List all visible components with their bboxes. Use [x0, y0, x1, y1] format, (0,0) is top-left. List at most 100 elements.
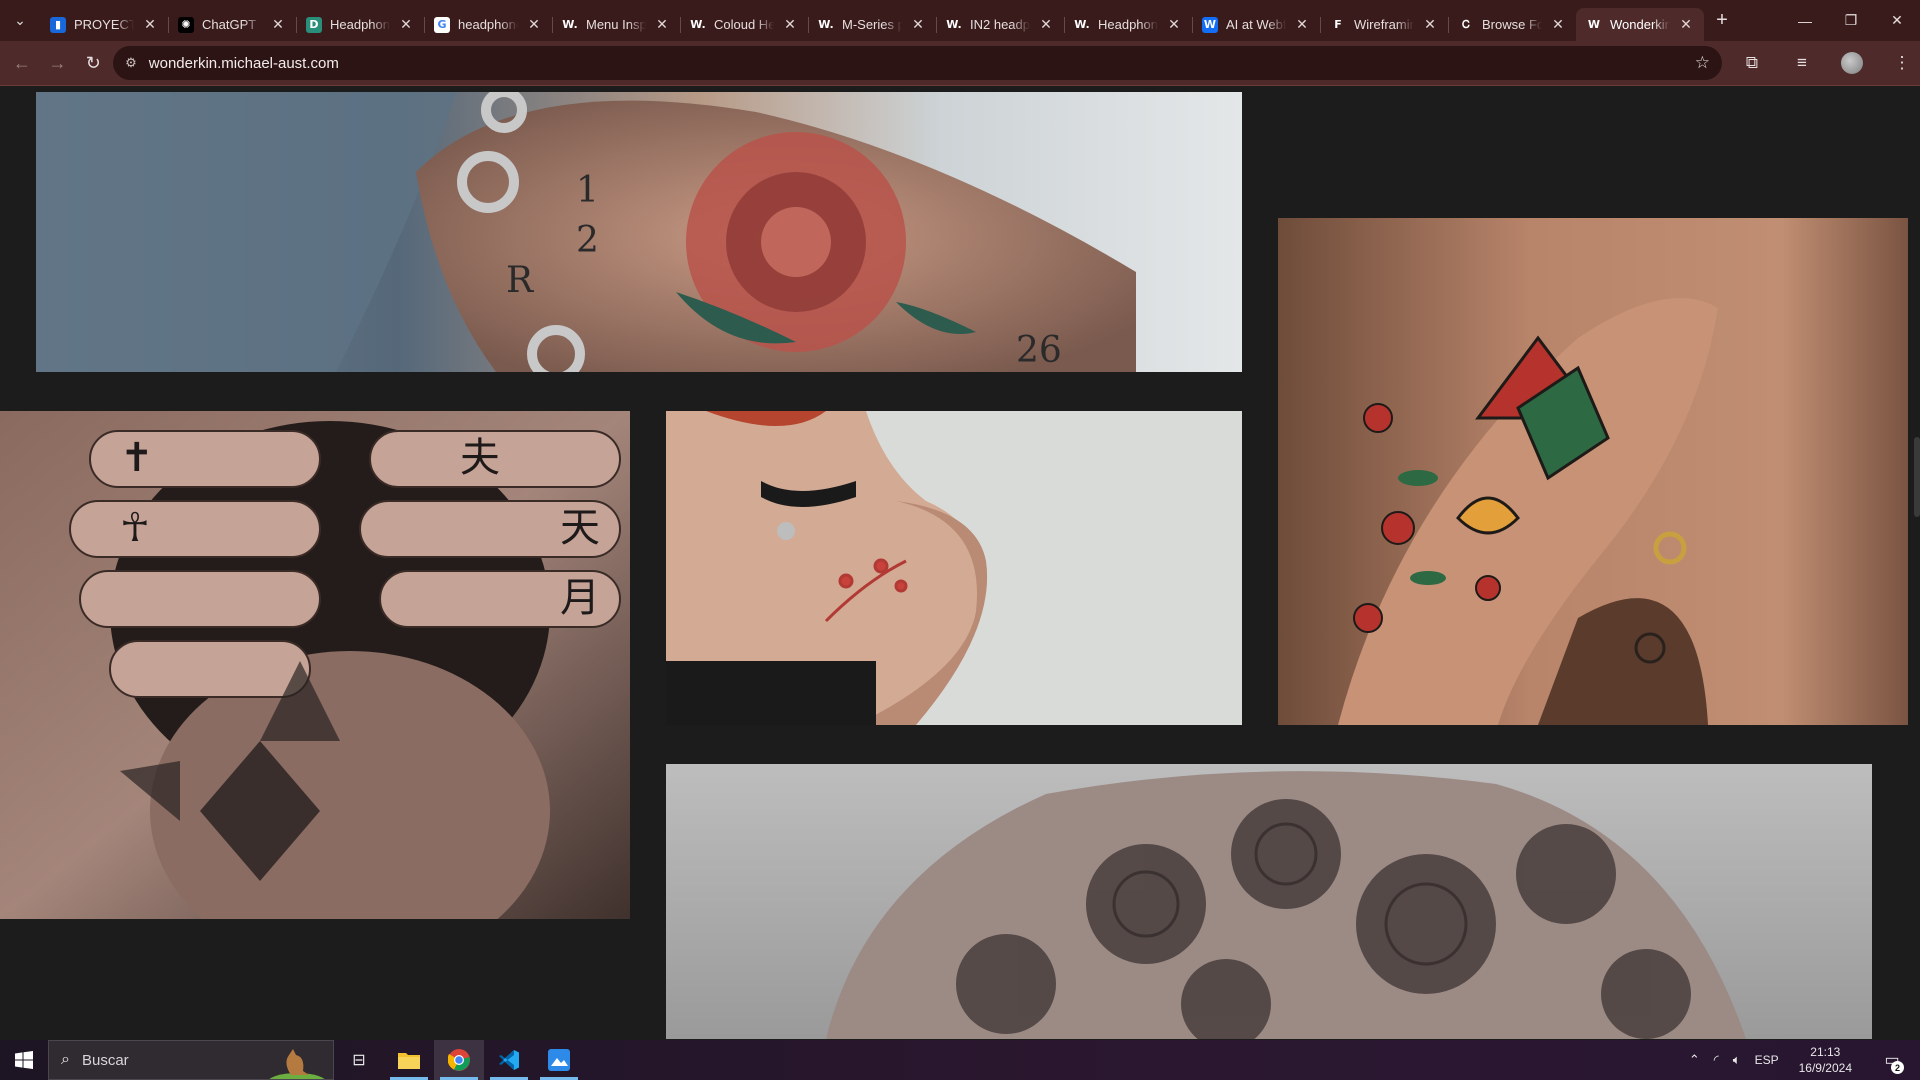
webflow-blue-icon: W	[1202, 16, 1218, 33]
folder-icon	[398, 1053, 420, 1069]
tab-strip: ⌄ ▮PROYECTO✕✺ChatGPT✕DHeadphones✕Gheadph…	[0, 0, 1920, 41]
task-view-button[interactable]: ⊟	[334, 1040, 384, 1080]
chevron-up-icon[interactable]: ⌃	[1689, 1052, 1700, 1068]
chrome-menu-button[interactable]: ⋮	[1884, 45, 1920, 81]
photo-arm-traditional-tattoo[interactable]	[1278, 218, 1908, 725]
google-icon: G	[434, 16, 450, 33]
browser-toolbar: ← → ↻ ⚙ wonderkin.michael-aust.com ☆ ⧉ ≡…	[0, 41, 1920, 85]
rose-hand-image: 1 2 R 26	[36, 92, 1242, 372]
windows-logo-icon	[15, 1051, 33, 1069]
browser-tab[interactable]: Ꮯ Browse Fonts ✕	[1448, 8, 1576, 41]
photos-app[interactable]	[534, 1040, 584, 1080]
extensions-button[interactable]: ⧉	[1734, 45, 1770, 81]
browser-tab[interactable]: D Headphones ✕	[296, 8, 424, 41]
tab-close-icon[interactable]: ✕	[1166, 16, 1182, 33]
site-info-icon[interactable]: ⚙	[125, 55, 137, 71]
tab-close-icon[interactable]: ✕	[654, 16, 670, 33]
media-queue-icon: ≡	[1797, 53, 1807, 72]
window-controls: — ❐ ✕	[1782, 0, 1920, 41]
minimize-button[interactable]: —	[1782, 0, 1828, 41]
start-button[interactable]	[0, 1040, 48, 1080]
photo-back-tattoo[interactable]	[666, 764, 1872, 1039]
back-image	[666, 764, 1872, 1039]
language-indicator[interactable]: ESP	[1755, 1053, 1779, 1067]
taskbar-search[interactable]: ⌕ Buscar	[48, 1040, 334, 1080]
tab-close-icon[interactable]: ✕	[1550, 16, 1566, 33]
wonderkin-icon: W	[1586, 16, 1602, 33]
svg-text:2: 2	[576, 220, 599, 261]
tab-title: IN2 headphones	[970, 17, 1030, 32]
browser-tab[interactable]: W. Menu Inspiration ✕	[552, 8, 680, 41]
tab-close-icon[interactable]: ✕	[782, 16, 798, 33]
kebab-menu-icon: ⋮	[1893, 53, 1911, 72]
vscode-app[interactable]	[484, 1040, 534, 1080]
browser-tab[interactable]: W Wonderkin ✕	[1576, 8, 1704, 41]
browser-tab[interactable]: W. Headphones ✕	[1064, 8, 1192, 41]
tab-close-icon[interactable]: ✕	[526, 16, 542, 33]
browser-tab[interactable]: ▮ PROYECTO ✕	[40, 8, 168, 41]
svg-text:26: 26	[1016, 330, 1062, 371]
arrow-left-icon: ←	[12, 52, 31, 73]
profile-button[interactable]	[1834, 45, 1870, 81]
tab-title: M-Series p	[842, 17, 902, 32]
tab-close-icon[interactable]: ✕	[398, 16, 414, 33]
search-highlight-kangaroo-icon	[269, 1049, 325, 1079]
browser-tab[interactable]: W. Coloud Headphones ✕	[680, 8, 808, 41]
arm-image	[1278, 218, 1908, 725]
system-tray: ⌃ ◜ 🔈︎ ESP 21:13 16/9/2024 ▭ 2	[1689, 1040, 1920, 1080]
arrow-right-icon: →	[48, 52, 67, 73]
browser-tab[interactable]: F Wireframing ✕	[1320, 8, 1448, 41]
windows-taskbar: ⌕ Buscar ⊟ ⌃ ◜ 🔈︎ ESP 21:13 16/9/2024 ▭ …	[0, 1040, 1920, 1080]
address-bar[interactable]: ⚙ wonderkin.michael-aust.com ☆	[113, 46, 1722, 80]
tab-close-icon[interactable]: ✕	[910, 16, 926, 33]
browser-tab[interactable]: Gheadphones ✕	[424, 8, 552, 41]
reload-button[interactable]: ↻	[75, 45, 111, 81]
browser-tab[interactable]: W. IN2 headphones ✕	[936, 8, 1064, 41]
tab-title: Headphones	[330, 17, 390, 32]
close-window-button[interactable]: ✕	[1874, 0, 1920, 41]
bookmark-star-icon[interactable]: ☆	[1695, 53, 1710, 73]
trello-icon: ▮	[50, 16, 66, 33]
browser-tab[interactable]: ✺ ChatGPT ✕	[168, 8, 296, 41]
tab-title: Browse Fonts	[1482, 17, 1542, 32]
notifications-button[interactable]: ▭ 2	[1872, 1040, 1912, 1080]
close-icon: ✕	[1891, 12, 1903, 28]
url-text[interactable]: wonderkin.michael-aust.com	[149, 55, 339, 72]
tab-close-icon[interactable]: ✕	[142, 16, 158, 33]
tab-title: Menu Inspiration	[586, 17, 646, 32]
tab-close-icon[interactable]: ✕	[270, 16, 286, 33]
browser-tab[interactable]: W AI at Webflow ✕	[1192, 8, 1320, 41]
tab-title: Coloud Headphones	[714, 17, 774, 32]
webflow-icon: W.	[562, 16, 578, 33]
tab-close-icon[interactable]: ✕	[1678, 16, 1694, 33]
photo-rose-hand-tattoo[interactable]: 1 2 R 26	[36, 92, 1242, 372]
tab-close-icon[interactable]: ✕	[1294, 16, 1310, 33]
clock[interactable]: 21:13 16/9/2024	[1799, 1044, 1852, 1076]
file-explorer-app[interactable]	[384, 1040, 434, 1080]
tab-title: PROYECTO	[74, 17, 134, 32]
media-controls-button[interactable]: ≡	[1784, 45, 1820, 81]
chrome-app[interactable]	[434, 1040, 484, 1080]
hands-head-image: ✝ ☥ 夫天月	[0, 411, 630, 919]
svg-text:✝: ✝	[120, 435, 154, 481]
forward-button[interactable]: →	[40, 45, 76, 81]
tab-title: Wonderkin	[1610, 17, 1670, 32]
browser-tab[interactable]: W. M-Series p ✕	[808, 8, 936, 41]
clock-time: 21:13	[1810, 1045, 1841, 1059]
page-scrollbar-thumb[interactable]	[1914, 437, 1920, 517]
wifi-icon[interactable]: ◜	[1714, 1052, 1719, 1068]
speaker-icon[interactable]: 🔈︎	[1733, 1052, 1741, 1068]
shoulder-image	[666, 411, 1242, 725]
minimize-icon: —	[1798, 12, 1812, 29]
back-button[interactable]: ←	[4, 45, 40, 81]
new-tab-button[interactable]: +	[1704, 0, 1740, 41]
photo-shoulder-flower-tattoo[interactable]	[666, 411, 1242, 725]
task-view-icon: ⊟	[352, 1052, 366, 1069]
chatgpt-icon: ✺	[178, 16, 194, 33]
tab-search-button[interactable]: ⌄	[0, 0, 40, 41]
tab-title: ChatGPT	[202, 17, 257, 32]
photo-hands-on-head-tattoo[interactable]: ✝ ☥ 夫天月	[0, 411, 630, 919]
restore-button[interactable]: ❐	[1828, 0, 1874, 41]
tab-close-icon[interactable]: ✕	[1038, 16, 1054, 33]
tab-close-icon[interactable]: ✕	[1422, 16, 1438, 33]
